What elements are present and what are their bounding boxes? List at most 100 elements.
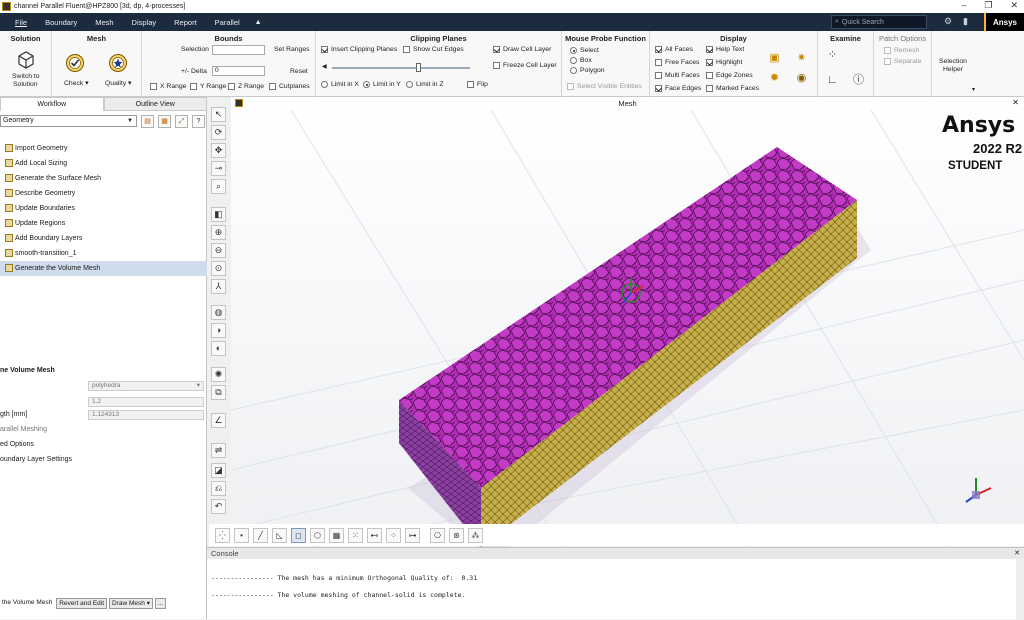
select-pointer-icon[interactable]: ↖ — [211, 107, 226, 122]
menu-display[interactable]: Display — [123, 18, 166, 27]
check-mesh-icon[interactable] — [65, 53, 85, 73]
view-axes-icon[interactable]: ⅄ — [211, 279, 226, 294]
console-scrollbar[interactable] — [1016, 559, 1024, 620]
limit-y-radio[interactable] — [363, 81, 370, 88]
revert-edit-button[interactable]: Revert and Edit — [56, 598, 108, 609]
node-select-icon[interactable]: ⁙ — [348, 528, 363, 543]
slider-thumb[interactable] — [416, 63, 422, 72]
edge-zones-checkbox[interactable] — [706, 72, 713, 79]
axis-triad-icon[interactable] — [965, 478, 992, 503]
filter-icon[interactable]: ⁛ — [215, 528, 230, 543]
workflow-save-icon[interactable]: ▦ — [158, 115, 171, 128]
limit-x-radio[interactable] — [321, 81, 328, 88]
iso-view-icon[interactable]: ◍ — [211, 305, 226, 320]
switch-solution-icon[interactable] — [16, 50, 36, 70]
probe-points-icon[interactable]: ⁘ — [826, 49, 839, 62]
all-faces-checkbox[interactable] — [655, 46, 662, 53]
zoom-region-icon[interactable]: ⊙ — [211, 261, 226, 276]
workflow-task[interactable]: Generate the Surface Mesh — [0, 171, 207, 186]
cell-select-icon[interactable]: ◻ — [291, 528, 306, 543]
cutplanes-checkbox[interactable] — [269, 83, 276, 90]
settings-icon[interactable]: ⚙ — [944, 16, 952, 27]
quality-icon[interactable] — [108, 53, 128, 73]
appearance-icon[interactable]: ✺ — [211, 367, 226, 382]
face-select-icon[interactable]: ◺ — [272, 528, 287, 543]
show-cut-edges-checkbox[interactable] — [403, 46, 410, 53]
workflow-task[interactable]: Add Boundary Layers — [0, 231, 207, 246]
collapse-ribbon-icon[interactable]: ▲ — [255, 19, 262, 26]
sun-light-icon[interactable]: ✹ — [768, 72, 781, 85]
point-select-icon[interactable]: • — [234, 528, 249, 543]
probe-box-radio[interactable] — [570, 57, 577, 64]
slider-left-arrow-icon[interactable]: ◀ — [322, 63, 327, 70]
rotate-icon[interactable]: ⟳ — [211, 125, 226, 140]
zoom-icon[interactable]: ⌕ — [211, 179, 226, 194]
multi-faces-checkbox[interactable] — [655, 72, 662, 79]
undo-view-icon[interactable]: ↶ — [211, 499, 226, 514]
search-input[interactable]: ⌕ Quick Search — [831, 15, 927, 29]
side-view-icon[interactable]: ◐ — [211, 341, 226, 356]
graphics-viewport[interactable]: Mesh ✕ Ansys 2022 R2 STUDENT — [231, 97, 1024, 547]
select-visible-checkbox[interactable] — [567, 83, 574, 90]
x-range-checkbox[interactable] — [150, 83, 157, 90]
workflow-task[interactable]: Import Geometry — [0, 141, 207, 156]
ribbon-expand-icon[interactable]: ▾ — [972, 86, 975, 93]
edge-node-icon[interactable]: ⊷ — [367, 528, 382, 543]
menu-file[interactable]: File — [6, 18, 36, 27]
workflow-folder-icon[interactable]: ▤ — [141, 115, 154, 128]
front-view-icon[interactable]: ◑ — [211, 323, 226, 338]
console-close-icon[interactable]: ✕ — [1014, 549, 1020, 557]
info-icon[interactable]: ⓘ — [852, 74, 865, 87]
freeze-cell-layer-checkbox[interactable] — [493, 62, 500, 69]
view-box-icon[interactable]: ◪ — [211, 463, 226, 478]
settings-gear-icon[interactable]: ✷ — [795, 52, 808, 65]
menu-parallel[interactable]: Parallel — [206, 18, 249, 27]
workflow-task[interactable]: smooth-transition_1 — [0, 246, 207, 261]
quality-button[interactable]: Quality ▾ — [105, 79, 131, 87]
fit-view-icon[interactable]: ◧ — [211, 207, 226, 222]
tab-workflow[interactable]: Workflow — [0, 97, 104, 111]
tab-outline-view[interactable]: Outline View — [103, 97, 207, 111]
y-range-checkbox[interactable] — [190, 83, 197, 90]
selection-field[interactable] — [212, 45, 265, 55]
reset-button[interactable]: Reset — [290, 68, 308, 75]
menu-mesh[interactable]: Mesh — [86, 18, 122, 27]
growth-rate-field[interactable]: 1.2 — [88, 397, 204, 407]
remesh-checkbox[interactable] — [884, 47, 891, 54]
parallel-meshing-option[interactable]: arallel Meshing — [0, 426, 47, 433]
help-text-checkbox[interactable] — [706, 46, 713, 53]
measure-icon[interactable]: ∟ — [826, 74, 839, 87]
maximize-button[interactable]: ❐ — [984, 0, 992, 11]
boundary-layer-settings-option[interactable]: oundary Layer Settings — [0, 456, 72, 463]
zoom-in-icon[interactable]: ⊕ — [211, 225, 226, 240]
selection-helper-button[interactable]: Selection Helper ▾ — [932, 31, 976, 97]
reset-icon[interactable]: ⎌ — [211, 481, 226, 496]
cell-type-dropdown[interactable]: polyhedra ▾ — [88, 381, 204, 391]
workflow-task[interactable]: Generate the Volume Mesh — [0, 261, 207, 276]
zone-select-icon[interactable]: ⬡ — [310, 528, 325, 543]
clip-slider[interactable]: ◀ — [322, 63, 472, 72]
workflow-task[interactable]: Update Boundaries — [0, 201, 207, 216]
edge-select-icon[interactable]: ╱ — [253, 528, 268, 543]
more-button[interactable]: ... — [155, 598, 167, 609]
body-icon[interactable]: ⁂ — [468, 528, 483, 543]
draw-mesh-button[interactable]: Draw Mesh ▾ — [109, 598, 153, 609]
object-select-icon[interactable]: ▦ — [329, 528, 344, 543]
close-button[interactable]: ✕ — [1010, 0, 1018, 11]
workflow-help-icon[interactable]: ? — [192, 115, 205, 128]
minimize-button[interactable]: – — [961, 0, 966, 11]
check-button[interactable]: Check ▾ — [64, 79, 89, 87]
limit-z-radio[interactable] — [406, 81, 413, 88]
max-cell-length-field[interactable]: 1.124313 — [88, 410, 204, 420]
mesh-scene[interactable] — [231, 110, 1024, 547]
menu-boundary[interactable]: Boundary — [36, 18, 86, 27]
workflow-select[interactable]: Geometry ▼ — [0, 115, 137, 127]
zoom-out-icon[interactable]: ⊖ — [211, 243, 226, 258]
separate-checkbox[interactable] — [884, 58, 891, 65]
pan-icon[interactable]: ✥ — [211, 143, 226, 158]
draw-cell-layer-checkbox[interactable] — [493, 46, 500, 53]
zoom-box-icon[interactable]: ⊸ — [211, 161, 226, 176]
marked-faces-checkbox[interactable] — [706, 85, 713, 92]
probe-select-radio[interactable] — [570, 47, 577, 54]
zone-label-icon[interactable]: ⊛ — [449, 528, 464, 543]
